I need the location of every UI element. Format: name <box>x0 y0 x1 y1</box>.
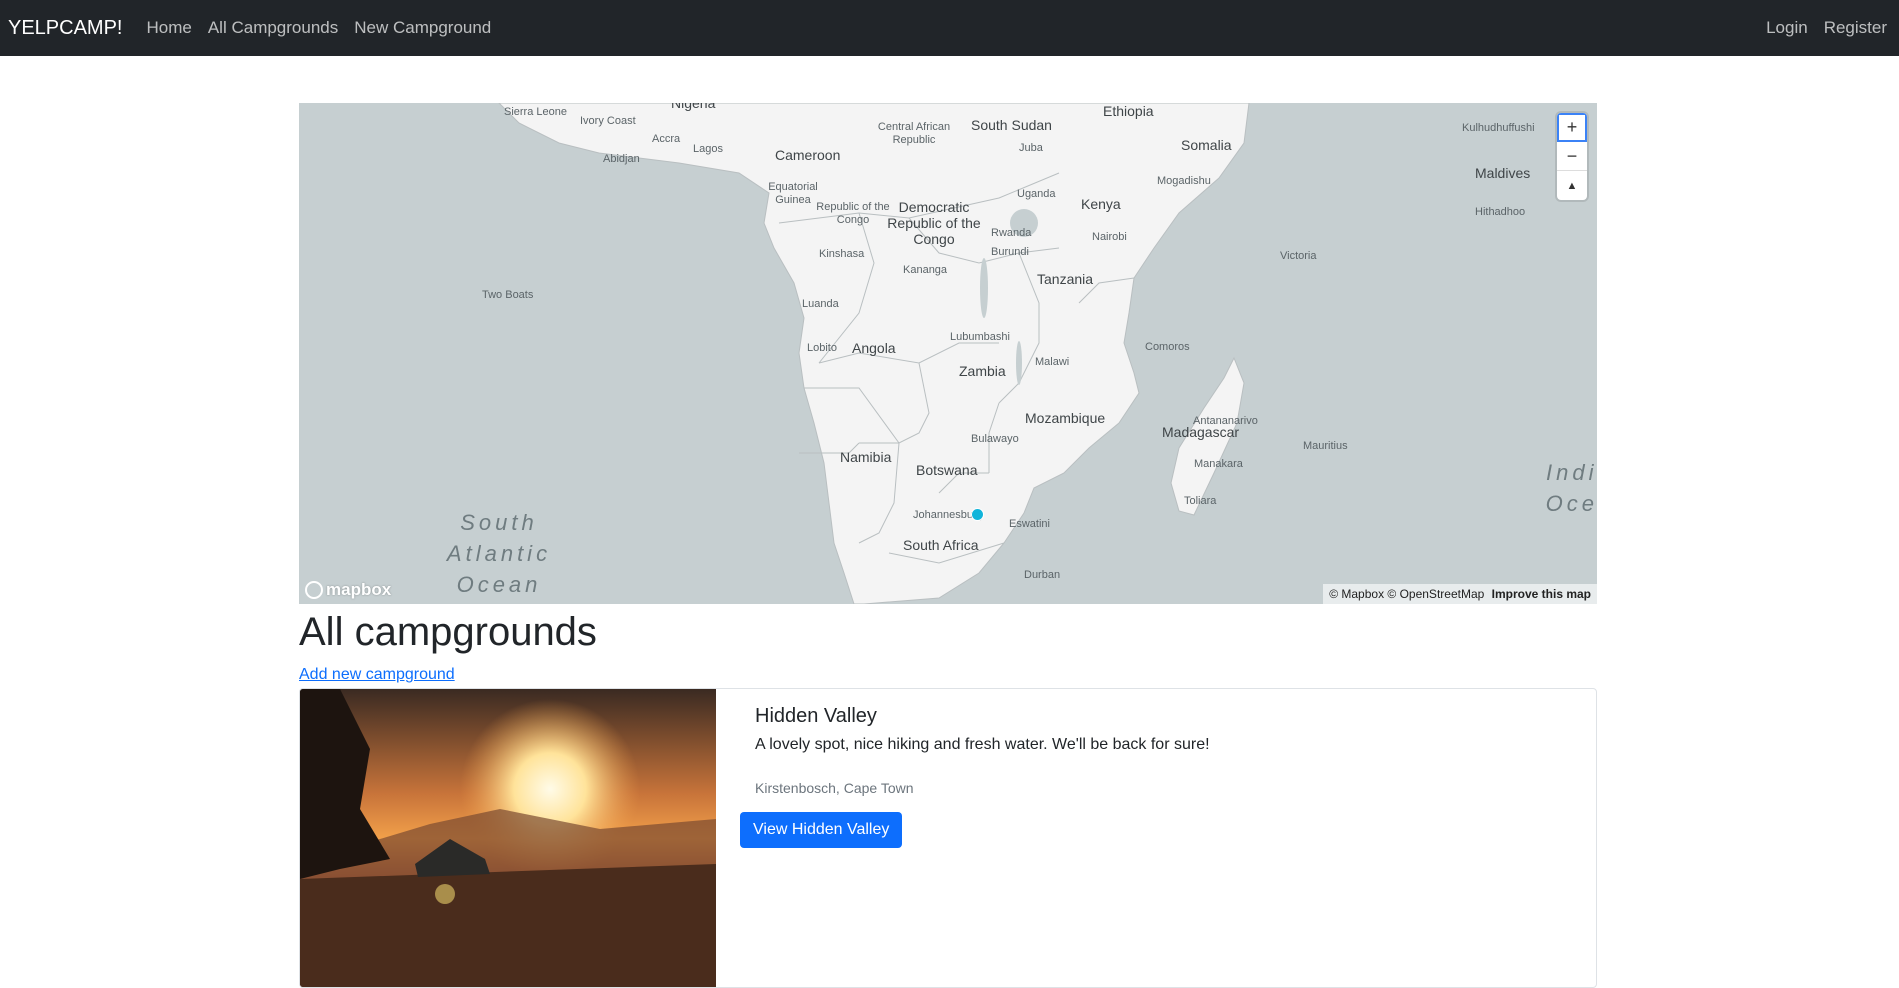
map-label: Sierra Leone <box>504 106 567 118</box>
map-label: Lagos <box>693 143 723 155</box>
map-label: Eswatini <box>1009 518 1050 530</box>
map-label: Kenya <box>1081 196 1121 212</box>
map-attribution: © Mapbox © OpenStreetMap Improve this ma… <box>1323 584 1597 604</box>
map-label: Bulawayo <box>971 433 1019 445</box>
register-link[interactable]: Register <box>1824 18 1887 38</box>
map-label: Lubumbashi <box>950 331 1010 343</box>
map-label: Republic of the Congo <box>816 201 890 227</box>
map-label: Juba <box>1019 142 1043 154</box>
auth-links: Login Register <box>1766 18 1887 38</box>
map-label: Ethiopia <box>1103 103 1154 119</box>
map-label: Uganda <box>1017 188 1056 200</box>
campground-location: Kirstenbosch, Cape Town <box>755 780 914 796</box>
map-label: Zambia <box>959 363 1006 379</box>
improve-map-link[interactable]: Improve this map <box>1492 587 1591 601</box>
map-label: Cameroon <box>775 147 841 163</box>
campground-description: A lovely spot, nice hiking and fresh wat… <box>755 736 1210 753</box>
map-label: Mauritius <box>1303 440 1348 452</box>
map-label: Kinshasa <box>819 248 865 260</box>
map-label: Antananarivo <box>1193 415 1258 427</box>
map-label: Nigeria <box>671 103 716 111</box>
attribution-text[interactable]: © Mapbox © OpenStreetMap <box>1329 587 1484 601</box>
map-label: Botswana <box>916 462 978 478</box>
campground-title: Hidden Valley <box>755 705 877 727</box>
map-label: Central African Republic <box>877 121 951 147</box>
map-label: Tanzania <box>1037 271 1094 287</box>
mapbox-logo[interactable]: mapbox <box>305 580 391 600</box>
map-label: South Africa <box>903 537 979 553</box>
map-label: Kananga <box>903 264 948 276</box>
map-label: Burundi <box>991 246 1029 258</box>
map-label: Comoros <box>1145 341 1190 353</box>
map-label: Durban <box>1024 569 1061 581</box>
navbar: YELPCAMP! Home All Campgrounds New Campg… <box>0 0 1899 56</box>
map-label: Maldives <box>1475 165 1531 181</box>
map-label: Abidjan <box>603 153 640 165</box>
nav-new-campground-link[interactable]: New Campground <box>354 18 491 38</box>
nav-home-link[interactable]: Home <box>146 18 191 38</box>
zoom-in-button[interactable]: + <box>1557 113 1587 142</box>
map-label: Malawi <box>1035 356 1070 368</box>
lake-tanganyika <box>980 258 988 318</box>
view-campground-button[interactable]: View Hidden Valley <box>740 812 903 848</box>
map-navigation-control: + − ▲ <box>1557 113 1587 200</box>
map-label: Luanda <box>802 298 839 310</box>
campground-card-body: Hidden Valley A lovely spot, nice hiking… <box>716 689 1596 987</box>
map-label: Namibia <box>840 449 892 465</box>
campground-map-marker[interactable] <box>971 508 984 521</box>
map-label: Toliara <box>1184 495 1217 507</box>
map-ocean-label: Indian Ocean <box>1545 460 1597 516</box>
zoom-out-button[interactable]: − <box>1557 142 1587 171</box>
map-label: Angola <box>852 340 896 356</box>
map-label: Rwanda <box>991 227 1032 239</box>
nav-all-campgrounds-link[interactable]: All Campgrounds <box>208 18 338 38</box>
map-label: Ivory Coast <box>580 115 636 127</box>
map-label: Kulhudhuffushi <box>1462 122 1535 134</box>
map-label: Nairobi <box>1092 231 1127 243</box>
map-label: Democratic Republic of the Congo <box>887 199 981 248</box>
map-label: Lobito <box>807 342 837 354</box>
map-label: Mozambique <box>1025 410 1106 426</box>
campground-image <box>300 689 716 987</box>
add-campground-link[interactable]: Add new campground <box>299 666 455 684</box>
brand-logo[interactable]: YELPCAMP! <box>8 17 122 40</box>
login-link[interactable]: Login <box>1766 18 1808 38</box>
map-label: Hithadhoo <box>1475 206 1526 218</box>
nav-links: Home All Campgrounds New Campground <box>146 18 491 38</box>
lake-malawi <box>1016 341 1022 385</box>
mapbox-logo-icon <box>305 581 323 599</box>
mapbox-logo-text: mapbox <box>326 580 392 599</box>
map-label: Accra <box>652 133 681 145</box>
compass-icon[interactable]: ▲ <box>1557 171 1587 200</box>
map-label: South Sudan <box>971 117 1052 133</box>
page-title: All campgrounds <box>299 610 597 654</box>
campground-card: Hidden Valley A lovely spot, nice hiking… <box>299 688 1597 988</box>
main-container: Nigeria Ethiopia South Sudan Central Afr… <box>299 103 1597 988</box>
map-label: Manakara <box>1194 458 1243 470</box>
cluster-map[interactable]: Nigeria Ethiopia South Sudan Central Afr… <box>299 103 1597 604</box>
map-label: Somalia <box>1181 137 1232 153</box>
map-ocean-label: South Atlantic Ocean <box>446 510 552 597</box>
map-label: Mogadishu <box>1157 175 1211 187</box>
map-label: Two Boats <box>482 289 534 301</box>
map-label: Victoria <box>1280 250 1317 262</box>
